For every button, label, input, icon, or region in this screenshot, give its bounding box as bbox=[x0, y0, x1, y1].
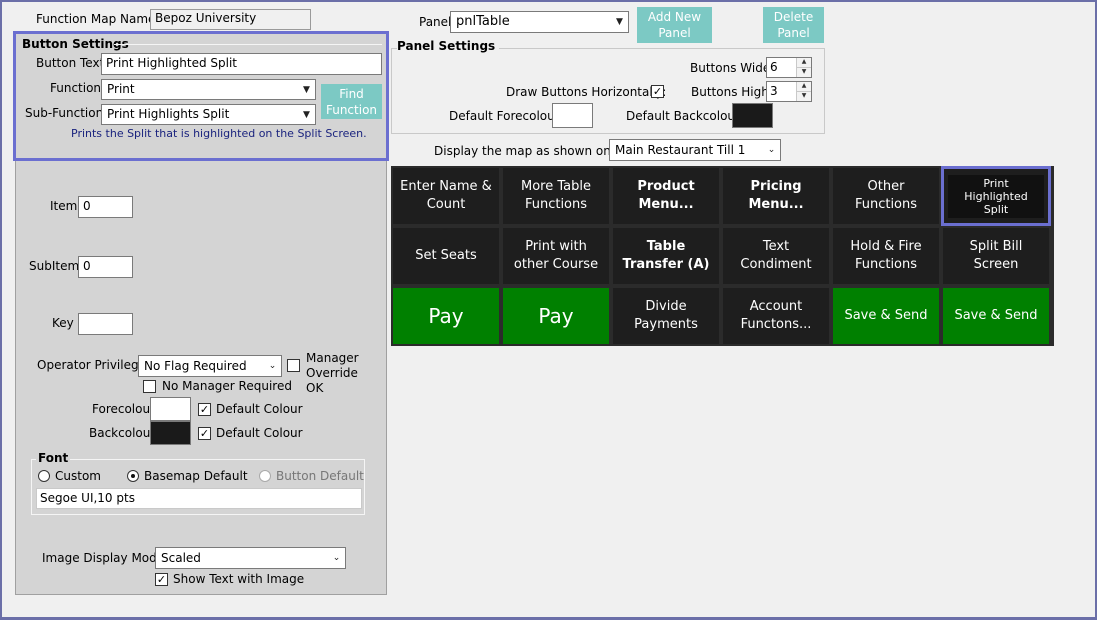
draw-horizontally-label: Draw Buttons Horizontally: bbox=[506, 85, 667, 99]
map-button[interactable]: Account Functons... bbox=[723, 288, 829, 344]
map-button[interactable]: Other Functions bbox=[833, 168, 939, 224]
font-basemap-radio[interactable] bbox=[127, 470, 139, 482]
chevron-down-icon[interactable]: ▼ bbox=[298, 80, 315, 99]
spin-down-icon[interactable]: ▼ bbox=[797, 91, 811, 101]
forecolour-label: Forecolour bbox=[92, 402, 156, 416]
button-settings-title: Button Settings bbox=[22, 37, 129, 51]
map-button[interactable]: Set Seats bbox=[393, 228, 499, 284]
font-button-default-label: Button Default bbox=[276, 469, 364, 483]
operator-privilege-value: No Flag Required bbox=[144, 359, 247, 373]
panel-settings-title: Panel Settings bbox=[397, 39, 500, 53]
button-text-label: Button Text bbox=[36, 56, 105, 70]
map-button[interactable]: Print with other Course bbox=[503, 228, 609, 284]
display-map-label: Display the map as shown on till: bbox=[434, 144, 634, 158]
no-manager-required-label: No Manager Required bbox=[162, 379, 292, 393]
backcolour-default-label: Default Colour bbox=[216, 426, 303, 440]
map-button[interactable]: Pricing Menu... bbox=[723, 168, 829, 224]
map-button[interactable]: Split Bill Screen bbox=[943, 228, 1049, 284]
panel-select-value: pnlTable bbox=[456, 14, 510, 29]
image-display-mode-label: Image Display Mode: bbox=[42, 551, 169, 565]
function-map-name-label: Function Map Name: bbox=[36, 12, 160, 26]
backcolour-label: Backcolour bbox=[89, 426, 156, 440]
function-select[interactable]: Print ▼ bbox=[101, 79, 316, 100]
map-button-pay[interactable]: Pay bbox=[393, 288, 499, 344]
show-text-with-image-checkbox[interactable]: ✓ bbox=[155, 573, 168, 586]
map-button-save-send[interactable]: Save & Send bbox=[833, 288, 939, 344]
item-input[interactable]: 0 bbox=[78, 196, 133, 218]
map-button-save-send[interactable]: Save & Send bbox=[943, 288, 1049, 344]
default-backcolour-swatch[interactable] bbox=[732, 103, 773, 128]
font-group-title: Font bbox=[36, 451, 71, 465]
draw-horizontally-checkbox[interactable]: ✓ bbox=[651, 85, 664, 98]
item-label: Item bbox=[50, 199, 78, 213]
add-new-panel-button[interactable]: Add New Panel bbox=[637, 7, 712, 43]
operator-privilege-select[interactable]: No Flag Required ⌄ bbox=[138, 355, 282, 377]
buttons-high-spinner[interactable]: 3 ▲ ▼ bbox=[766, 81, 812, 102]
font-value-field[interactable]: Segoe UI,10 pts bbox=[36, 488, 362, 509]
map-button[interactable]: Table Transfer (A) bbox=[613, 228, 719, 284]
font-custom-radio[interactable] bbox=[38, 470, 50, 482]
function-map-name-field[interactable]: Bepoz University bbox=[150, 9, 311, 30]
buttons-high-label: Buttons High: bbox=[691, 85, 773, 99]
spin-down-icon[interactable]: ▼ bbox=[797, 67, 811, 77]
delete-panel-button[interactable]: Delete Panel bbox=[763, 7, 824, 43]
button-text-input[interactable]: Print Highlighted Split bbox=[101, 53, 382, 75]
default-forecolour-swatch[interactable] bbox=[552, 103, 593, 128]
font-button-default-radio[interactable] bbox=[259, 470, 271, 482]
spin-up-icon[interactable]: ▲ bbox=[797, 58, 811, 68]
manager-override-checkbox[interactable] bbox=[287, 359, 300, 372]
operator-privilege-label: Operator Privilege: bbox=[37, 358, 151, 372]
button-map-grid: Enter Name & Count More Table Functions … bbox=[391, 166, 1054, 346]
key-label: Key bbox=[52, 316, 74, 330]
display-map-select[interactable]: Main Restaurant Till 1 ⌄ bbox=[609, 139, 781, 161]
display-map-value: Main Restaurant Till 1 bbox=[615, 143, 746, 157]
default-forecolour-label: Default Forecolour bbox=[449, 109, 560, 123]
buttons-wide-spinner[interactable]: 6 ▲ ▼ bbox=[766, 57, 812, 78]
function-label: Function bbox=[50, 81, 102, 95]
buttons-wide-label: Buttons Wide: bbox=[690, 61, 775, 75]
image-display-mode-value: Scaled bbox=[161, 551, 201, 565]
font-basemap-label: Basemap Default bbox=[144, 469, 248, 483]
selected-button-label: Print Highlighted Split bbox=[948, 174, 1044, 218]
backcolour-swatch[interactable] bbox=[150, 421, 191, 445]
buttons-high-value: 3 bbox=[770, 84, 778, 98]
image-display-mode-select[interactable]: Scaled ⌄ bbox=[155, 547, 346, 569]
chevron-down-icon[interactable]: ▼ bbox=[298, 105, 315, 124]
chevron-down-icon[interactable]: ⌄ bbox=[763, 140, 780, 160]
sub-function-label: Sub-Function bbox=[25, 106, 104, 120]
forecolour-default-label: Default Colour bbox=[216, 402, 303, 416]
subitem-label: SubItem bbox=[29, 259, 80, 273]
chevron-down-icon[interactable]: ▼ bbox=[611, 12, 628, 32]
manager-override-label: Manager Override OK bbox=[306, 351, 359, 395]
map-button[interactable]: Hold & Fire Functions bbox=[833, 228, 939, 284]
map-button-pay[interactable]: Pay bbox=[503, 288, 609, 344]
sub-function-select-value: Print Highlights Split bbox=[107, 107, 230, 121]
backcolour-default-checkbox[interactable]: ✓ bbox=[198, 427, 211, 440]
map-button[interactable]: Enter Name & Count bbox=[393, 168, 499, 224]
map-button[interactable]: Product Menu... bbox=[613, 168, 719, 224]
forecolour-swatch[interactable] bbox=[150, 397, 191, 421]
sub-function-select[interactable]: Print Highlights Split ▼ bbox=[101, 104, 316, 125]
default-backcolour-label: Default Backcolour bbox=[626, 109, 740, 123]
panel-label: Panel bbox=[419, 15, 452, 29]
function-select-value: Print bbox=[107, 82, 135, 96]
buttons-wide-value: 6 bbox=[770, 60, 778, 74]
panel-select[interactable]: pnlTable ▼ bbox=[450, 11, 629, 33]
subitem-input[interactable]: 0 bbox=[78, 256, 133, 278]
map-button[interactable]: More Table Functions bbox=[503, 168, 609, 224]
font-custom-label: Custom bbox=[55, 469, 101, 483]
spin-up-icon[interactable]: ▲ bbox=[797, 82, 811, 92]
no-manager-required-checkbox[interactable] bbox=[143, 380, 156, 393]
group-divider bbox=[114, 44, 382, 45]
find-function-button[interactable]: Find Function bbox=[321, 84, 382, 119]
function-description: Prints the Split that is highlighted on … bbox=[71, 127, 367, 140]
chevron-down-icon[interactable]: ⌄ bbox=[264, 356, 281, 376]
key-input[interactable] bbox=[78, 313, 133, 335]
forecolour-default-checkbox[interactable]: ✓ bbox=[198, 403, 211, 416]
map-button-selected[interactable]: Print Highlighted Split bbox=[941, 166, 1051, 226]
map-button[interactable]: Divide Payments bbox=[613, 288, 719, 344]
map-button[interactable]: Text Condiment bbox=[723, 228, 829, 284]
chevron-down-icon[interactable]: ⌄ bbox=[328, 548, 345, 568]
show-text-with-image-label: Show Text with Image bbox=[173, 572, 305, 586]
